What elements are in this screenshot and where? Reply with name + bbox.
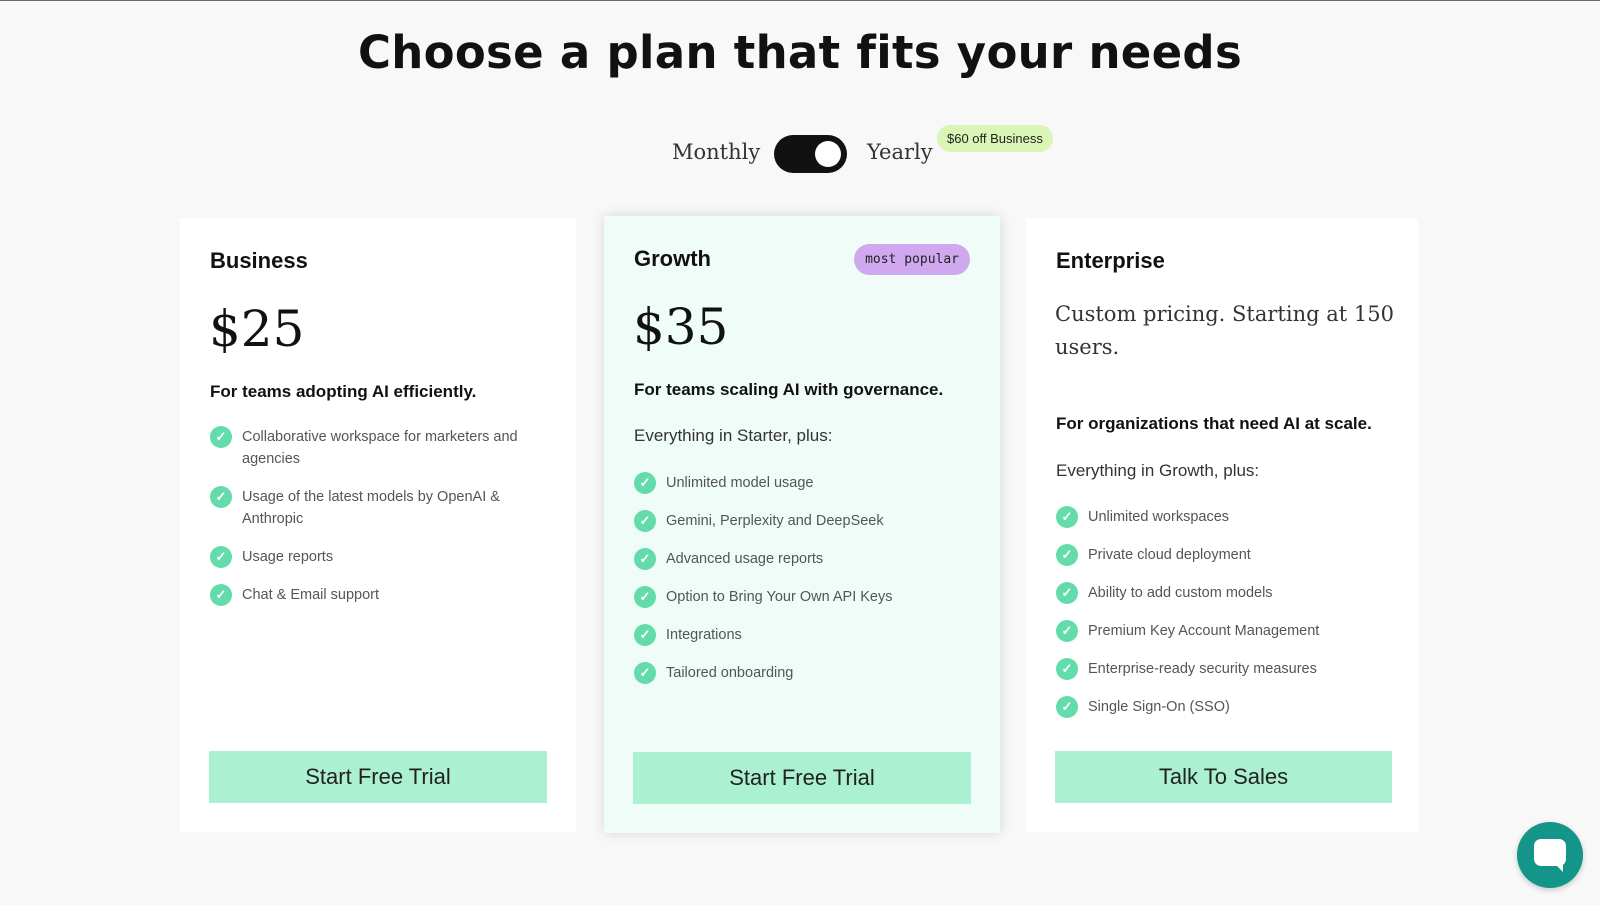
feature-item: ✓ Enterprise-ready security measures (1056, 658, 1396, 680)
check-circle-icon: ✓ (210, 584, 232, 606)
feature-item: ✓ Integrations (634, 624, 974, 646)
feature-text: Advanced usage reports (666, 551, 824, 567)
feature-item: ✓ Collaborative workspace for marketers a… (210, 426, 550, 470)
feature-item: ✓ Chat & Email support (210, 584, 550, 606)
feature-item: ✓ Usage reports (210, 546, 550, 568)
start-free-trial-button[interactable]: Start Free Trial (209, 751, 547, 803)
feature-item: ✓ Unlimited workspaces (1056, 506, 1396, 528)
plan-card-growth: Growth most popular $35 For teams scalin… (604, 216, 1000, 833)
check-circle-icon: ✓ (1056, 582, 1078, 604)
check-circle-icon: ✓ (1056, 506, 1078, 528)
feature-list: ✓ Collaborative workspace for marketers a… (210, 426, 550, 622)
feature-item: ✓ Unlimited model usage (634, 472, 974, 494)
most-popular-badge: most popular (854, 244, 970, 275)
feature-item: ✓ Ability to add custom models (1056, 582, 1396, 604)
talk-to-sales-button[interactable]: Talk To Sales (1055, 751, 1392, 803)
billing-toggle[interactable] (774, 135, 847, 173)
billing-toggle-group: Monthly Yearly (0, 132, 1600, 173)
plan-name: Business (210, 248, 308, 273)
plan-name: Enterprise (1056, 248, 1165, 273)
feature-list: ✓ Unlimited workspaces ✓ Private cloud dep… (1056, 506, 1396, 734)
check-circle-icon: ✓ (1056, 544, 1078, 566)
feature-item: ✓ Tailored onboarding (634, 662, 974, 684)
feature-text: Collaborative workspace for marketers an… (242, 429, 518, 467)
plan-card-enterprise: Enterprise Custom pricing. Starting at 1… (1026, 218, 1418, 832)
feature-list: ✓ Unlimited model usage ✓ Gemini, Perplexi… (634, 472, 974, 700)
check-circle-icon: ✓ (634, 510, 656, 532)
discount-badge: $60 off Business (937, 125, 1053, 152)
check-circle-icon: ✓ (210, 486, 232, 508)
feature-text: Gemini, Perplexity and DeepSeek (666, 513, 884, 529)
check-circle-icon: ✓ (210, 426, 232, 448)
feature-text: Ability to add custom models (1088, 585, 1273, 601)
plan-tagline: For teams scaling AI with governance. (634, 380, 944, 399)
check-circle-icon: ✓ (634, 472, 656, 494)
plan-tagline: For teams adopting AI efficiently. (210, 382, 477, 401)
check-circle-icon: ✓ (1056, 696, 1078, 718)
check-circle-icon: ✓ (1056, 620, 1078, 642)
feature-text: Unlimited model usage (666, 475, 814, 491)
start-free-trial-button[interactable]: Start Free Trial (633, 752, 971, 804)
top-divider (0, 0, 1600, 1)
feature-item: ✓ Advanced usage reports (634, 548, 974, 570)
plan-intro: Everything in Growth, plus: (1056, 461, 1260, 480)
check-circle-icon: ✓ (634, 548, 656, 570)
check-circle-icon: ✓ (634, 624, 656, 646)
plan-card-business: Business $25 For teams adopting AI effic… (180, 218, 576, 832)
plan-intro: Everything in Starter, plus: (634, 426, 833, 445)
feature-item: ✓ Premium Key Account Management (1056, 620, 1396, 642)
feature-text: Premium Key Account Management (1088, 623, 1320, 639)
feature-item: ✓ Option to Bring Your Own API Keys (634, 586, 974, 608)
plan-name: Growth (634, 246, 711, 271)
feature-text: Enterprise-ready security measures (1088, 661, 1317, 677)
plan-price-text: Custom pricing. Starting at 150 users. (1055, 302, 1394, 359)
feature-text: Integrations (666, 627, 742, 643)
plan-tagline: For organizations that need AI at scale. (1056, 414, 1372, 433)
feature-item: ✓ Single Sign-On (SSO) (1056, 696, 1396, 718)
feature-item: ✓ Gemini, Perplexity and DeepSeek (634, 510, 974, 532)
feature-text: Single Sign-On (SSO) (1088, 699, 1230, 715)
plan-price: $35 (633, 298, 729, 356)
check-circle-icon: ✓ (634, 662, 656, 684)
feature-text: Tailored onboarding (666, 665, 794, 681)
monthly-label[interactable]: Monthly (672, 140, 760, 164)
feature-text: Option to Bring Your Own API Keys (666, 589, 893, 605)
check-circle-icon: ✓ (210, 546, 232, 568)
feature-text: Chat & Email support (242, 587, 380, 603)
plan-price: $25 (209, 300, 305, 358)
chat-launcher-button[interactable] (1517, 822, 1583, 888)
feature-text: Unlimited workspaces (1088, 509, 1230, 525)
toggle-knob (815, 141, 841, 167)
yearly-label[interactable]: Yearly (867, 140, 933, 164)
feature-item: ✓ Private cloud deployment (1056, 544, 1396, 566)
feature-text: Usage of the latest models by OpenAI & A… (242, 489, 500, 527)
feature-text: Usage reports (242, 549, 334, 565)
feature-text: Private cloud deployment (1088, 547, 1251, 563)
feature-item: ✓ Usage of the latest models by OpenAI & … (210, 486, 550, 530)
page-title: Choose a plan that fits your needs (357, 26, 1243, 79)
chat-bubble-tail (1553, 862, 1563, 872)
check-circle-icon: ✓ (634, 586, 656, 608)
check-circle-icon: ✓ (1056, 658, 1078, 680)
